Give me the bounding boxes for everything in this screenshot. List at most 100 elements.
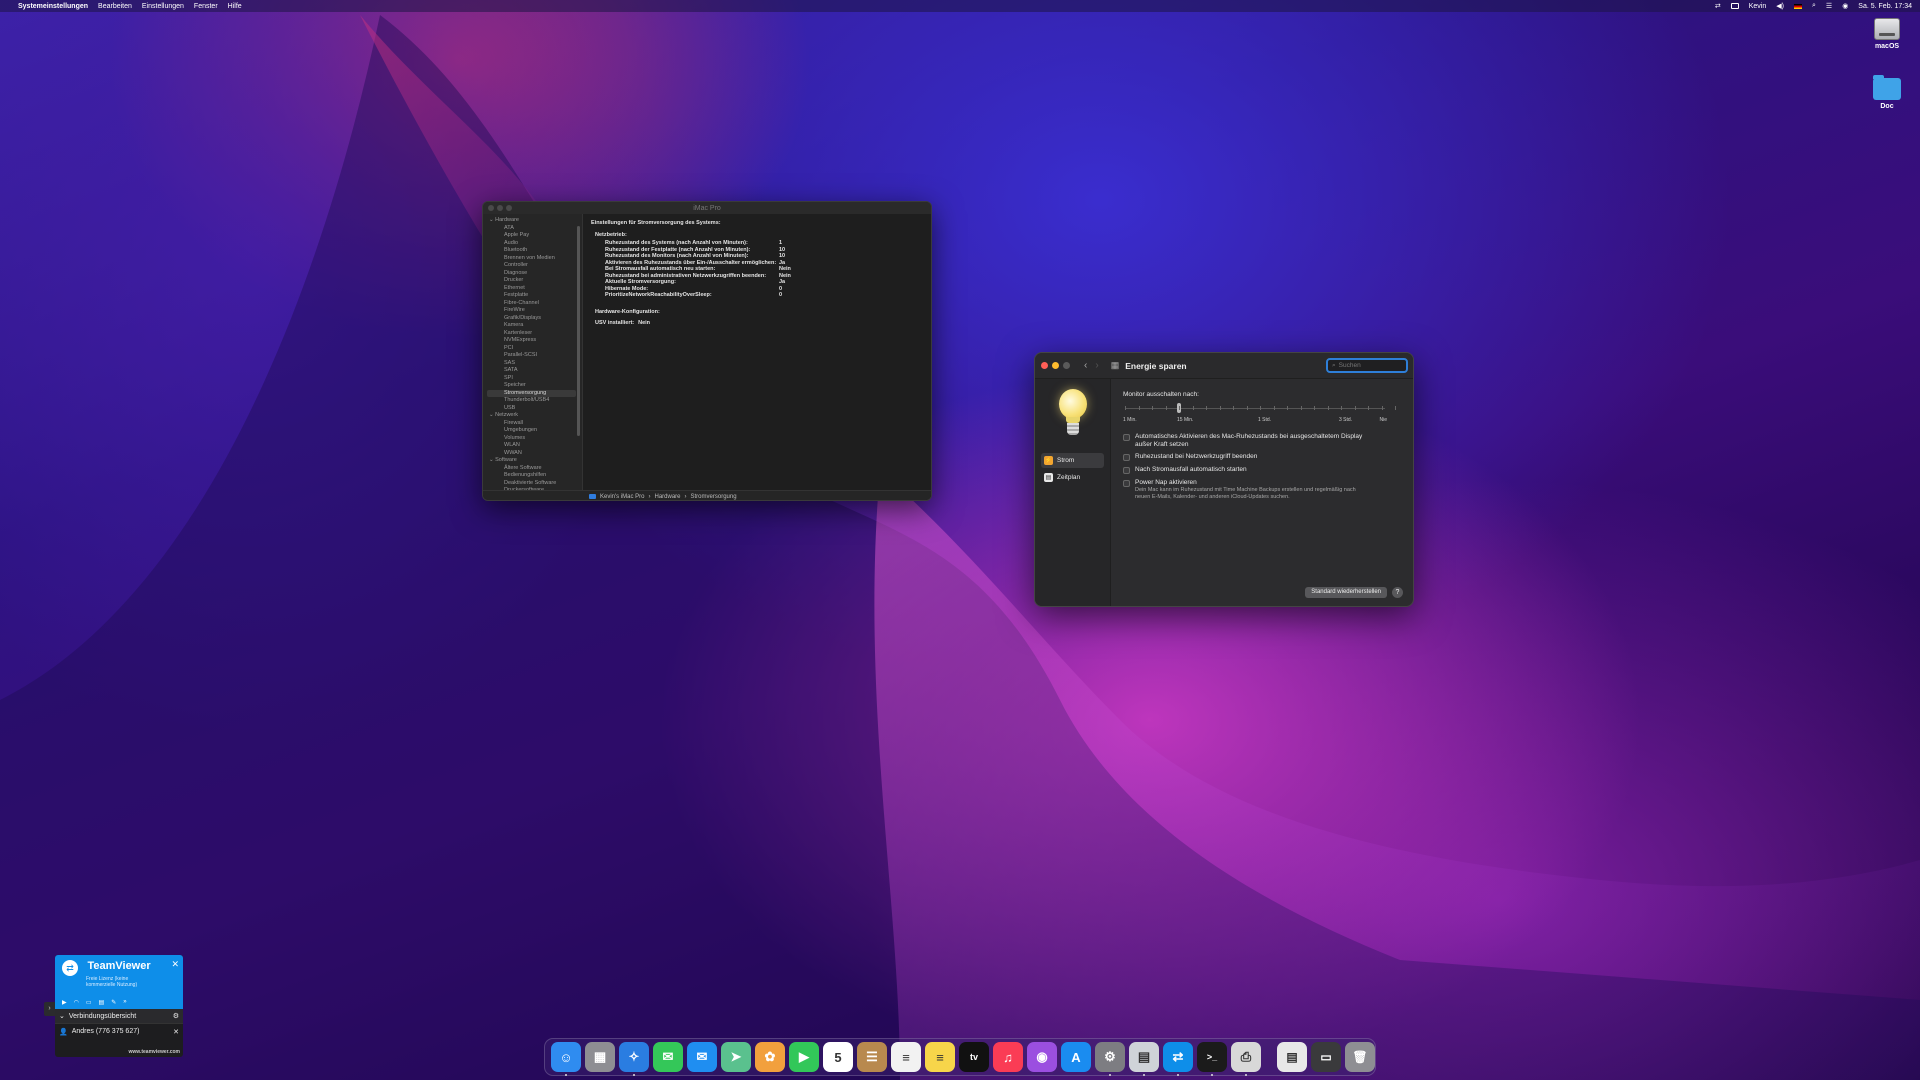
checkbox-row[interactable]: Nach Stromausfall automatisch starten	[1123, 466, 1401, 474]
disconnect-icon[interactable]: ✕	[173, 1028, 179, 1036]
dock-system-preferences-icon[interactable]: ⚙	[1095, 1042, 1125, 1076]
sidebar-item-hardware[interactable]: Controller	[483, 262, 582, 270]
gear-icon[interactable]: ⚙	[173, 1012, 179, 1020]
sidebar-item-software[interactable]: Ältere Software	[483, 465, 582, 473]
dock-terminal-icon[interactable]: >_	[1197, 1042, 1227, 1076]
dock-app-store-icon[interactable]: A	[1061, 1042, 1091, 1072]
sidebar-item-software[interactable]: Deaktivierte Software	[483, 480, 582, 488]
dock-reminders-icon[interactable]: ≡	[891, 1042, 921, 1072]
checkbox[interactable]	[1123, 467, 1130, 474]
dock-facetime-icon[interactable]: ▶	[789, 1042, 819, 1072]
tools-icon[interactable]: ✎	[111, 999, 116, 1006]
sidebar-category-network[interactable]: Netzwerk	[483, 412, 582, 420]
back-arrow-icon[interactable]: ‹	[1084, 360, 1087, 371]
sidebar-item-zeitplan[interactable]: ▤ Zeitplan	[1041, 470, 1104, 485]
checkbox-row[interactable]: Power Nap aktivieren	[1123, 479, 1401, 487]
sidebar-item-hardware[interactable]: FireWire	[483, 307, 582, 315]
checkbox-row[interactable]: Ruhezustand bei Netzwerkzugriff beenden	[1123, 453, 1401, 461]
connection-overview-row[interactable]: ⌄ Verbindungsübersicht ⚙	[55, 1009, 183, 1024]
dock-printer-icon[interactable]: ⎙	[1231, 1042, 1261, 1076]
sidebar-item-hardware[interactable]: PCI	[483, 345, 582, 353]
dock-document-icon[interactable]: ▤	[1277, 1042, 1307, 1072]
sidebar-item-hardware[interactable]: SPI	[483, 375, 582, 383]
checkbox[interactable]	[1123, 454, 1130, 461]
more-icon[interactable]: »	[123, 999, 126, 1006]
volume-icon[interactable]: ◀)	[1776, 2, 1784, 10]
dock-trash-icon[interactable]: 🗑	[1345, 1042, 1375, 1072]
desktop-folder-doc[interactable]: Doc	[1862, 74, 1912, 110]
restore-defaults-button[interactable]: Standard wiederherstellen	[1305, 587, 1387, 598]
sidebar-item-hardware[interactable]: Speicher	[483, 382, 582, 390]
sidebar-item-hardware[interactable]: Festplatte	[483, 292, 582, 300]
sidebar-item-hardware[interactable]: Drucker	[483, 277, 582, 285]
sidebar-item-hardware[interactable]: Audio	[483, 240, 582, 248]
user-menu[interactable]: Kevin	[1749, 3, 1767, 10]
menu-hilfe[interactable]: Hilfe	[228, 3, 242, 10]
files-icon[interactable]: ▤	[99, 999, 105, 1006]
energy-toolbar[interactable]: ‹ › ▦ Energie sparen ⌕ Suchen	[1035, 353, 1413, 379]
menu-einstellungen[interactable]: Einstellungen	[142, 3, 184, 10]
sidebar-item-hardware[interactable]: Thunderbolt/USB4	[483, 397, 582, 405]
teamviewer-expand-handle[interactable]: ›	[44, 1002, 55, 1016]
sidebar-item-network[interactable]: WLAN	[483, 442, 582, 450]
sidebar-item-hardware[interactable]: Fibre-Channel	[483, 300, 582, 308]
minimize-button[interactable]	[1052, 362, 1059, 369]
sidebar-item-hardware[interactable]: Kartenleser	[483, 330, 582, 338]
sidebar-item-network[interactable]: Firewall	[483, 420, 582, 428]
path-hardware[interactable]: Hardware	[655, 494, 681, 500]
checkbox[interactable]	[1123, 480, 1130, 487]
dock-teamviewer-icon[interactable]: ⇄	[1163, 1042, 1193, 1076]
sidebar-category-hardware[interactable]: Hardware	[483, 217, 582, 225]
sidebar-item-hardware[interactable]: Diagnose	[483, 270, 582, 278]
dock-notes-icon[interactable]: ≡	[925, 1042, 955, 1072]
siri-icon[interactable]: ◉	[1842, 2, 1848, 10]
dock-contacts-icon[interactable]: ☰	[857, 1042, 887, 1072]
dock-photos-icon[interactable]: ✿	[755, 1042, 785, 1072]
menu-clock[interactable]: Sa. 5. Feb. 17:34	[1858, 3, 1912, 10]
dock-music-icon[interactable]: ♫	[993, 1042, 1023, 1072]
headset-icon[interactable]: ◠	[74, 999, 79, 1006]
close-icon[interactable]: ✕	[171, 959, 179, 970]
forward-arrow-icon[interactable]: ›	[1095, 360, 1098, 371]
sidebar-item-hardware[interactable]: Brennen von Medien	[483, 255, 582, 263]
dock-podcasts-icon[interactable]: ◉	[1027, 1042, 1057, 1072]
sidebar-item-hardware[interactable]: Parallel-SCSI	[483, 352, 582, 360]
sidebar-scrollbar[interactable]	[577, 226, 580, 436]
sidebar-item-strom[interactable]: ⚡ Strom	[1041, 453, 1104, 468]
sidebar-item-software[interactable]: Druckersoftware	[483, 487, 582, 490]
dock-maps-icon[interactable]: ➤	[721, 1042, 751, 1072]
teamviewer-status-icon[interactable]: ⇄	[1715, 2, 1721, 10]
sysinfo-titlebar[interactable]: iMac Pro	[483, 202, 931, 214]
sidebar-item-network[interactable]: WWAN	[483, 450, 582, 458]
close-button[interactable]	[1041, 362, 1048, 369]
search-field[interactable]: ⌕ Suchen	[1326, 358, 1408, 373]
menu-fenster[interactable]: Fenster	[194, 3, 218, 10]
path-power[interactable]: Stromversorgung	[691, 494, 737, 500]
sidebar-item-hardware[interactable]: SAS	[483, 360, 582, 368]
dock-messages-icon[interactable]: ✉	[653, 1042, 683, 1072]
input-source-flag-icon[interactable]	[1793, 3, 1802, 9]
chat-icon[interactable]: ▭	[86, 999, 92, 1006]
sidebar-item-hardware[interactable]: Stromversorgung	[487, 389, 576, 397]
dock-mail-icon[interactable]: ✉	[687, 1042, 717, 1072]
sidebar-category-software[interactable]: Software	[483, 457, 582, 465]
control-center-icon[interactable]: ☰	[1826, 2, 1832, 10]
show-all-grid-icon[interactable]: ▦	[1111, 360, 1120, 371]
contact-row[interactable]: 👤 Andres (776 375 627) ✕	[55, 1024, 183, 1039]
dock-calendar-icon[interactable]: 5	[823, 1042, 853, 1072]
checkbox[interactable]	[1123, 434, 1130, 441]
dock-system-information-icon[interactable]: ▤	[1129, 1042, 1159, 1076]
zoom-button[interactable]	[1063, 362, 1070, 369]
dock-finder-icon[interactable]: ☺	[551, 1042, 581, 1076]
display-status-icon[interactable]	[1730, 3, 1739, 9]
video-icon[interactable]: ▶	[62, 999, 67, 1006]
sidebar-item-hardware[interactable]: ATA	[483, 225, 582, 233]
sidebar-item-hardware[interactable]: SATA	[483, 367, 582, 375]
sidebar-item-software[interactable]: Bedienungshilfen	[483, 472, 582, 480]
sidebar-item-network[interactable]: Volumes	[483, 435, 582, 443]
display-sleep-slider[interactable]	[1123, 403, 1396, 414]
sidebar-item-network[interactable]: Umgebungen	[483, 427, 582, 435]
sidebar-item-hardware[interactable]: Grafik/Displays	[483, 315, 582, 323]
menu-app-name[interactable]: Systemeinstellungen	[18, 3, 88, 10]
spotlight-search-icon[interactable]: ⌕	[1812, 2, 1816, 10]
